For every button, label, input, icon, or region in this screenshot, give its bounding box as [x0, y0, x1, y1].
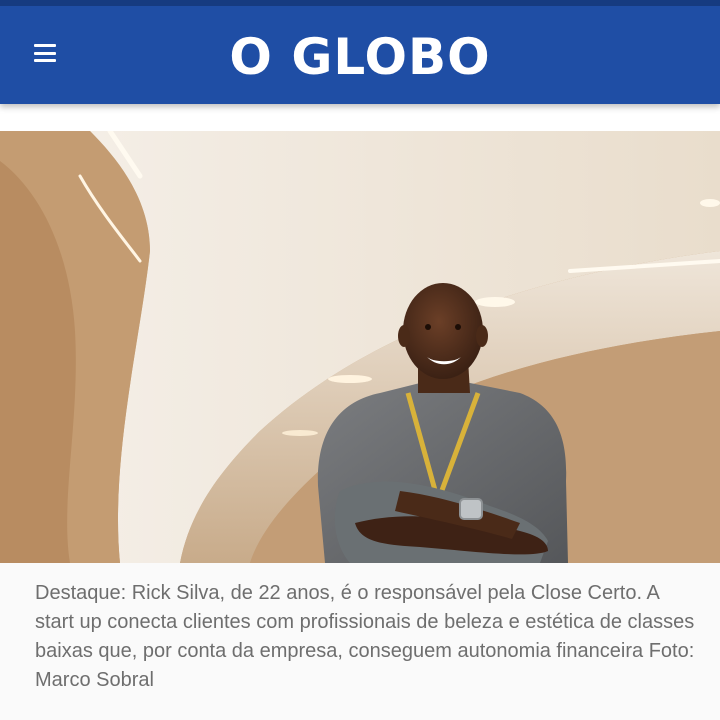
article-page: O GLOBO Destaque: Rick Silva, de 22 anos… — [0, 0, 720, 720]
site-logo[interactable]: O GLOBO — [0, 28, 720, 86]
caption-area: Destaque: Rick Silva, de 22 anos, é o re… — [0, 563, 720, 720]
site-header: O GLOBO — [0, 0, 720, 104]
photo-illustration — [0, 131, 720, 563]
article-photo — [0, 131, 720, 563]
photo-caption: Destaque: Rick Silva, de 22 anos, é o re… — [35, 582, 695, 691]
